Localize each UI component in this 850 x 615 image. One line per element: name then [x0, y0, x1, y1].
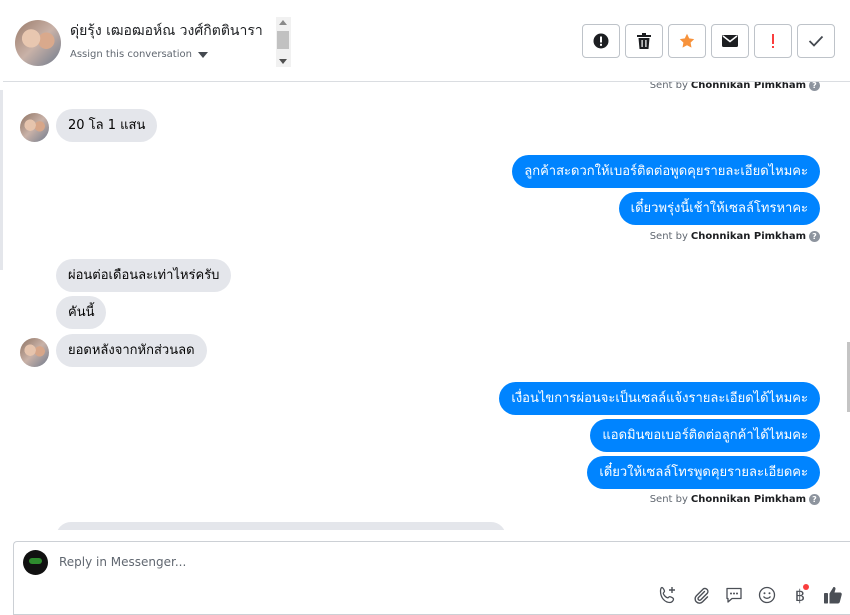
contact-name[interactable]: ดุ่ยรุ้ง เฒอฒอห์ณ วงศ์กิตตินารา [70, 20, 276, 42]
sender-name: Chonnikan Pimkham [690, 231, 806, 242]
message-incoming[interactable]: ผ่อนต่อเดือนละเท่าไหร่ครับ [56, 259, 232, 292]
message-thread[interactable]: Sent by Chonnikan Pimkham ? 20 โล 1 แสน … [3, 82, 847, 530]
exclamation-icon [772, 34, 774, 48]
reply-input[interactable] [59, 555, 559, 569]
mark-spam-button[interactable] [582, 24, 620, 58]
mark-done-button[interactable] [797, 24, 835, 58]
saved-reply-icon [726, 587, 742, 603]
outgoing-bubble[interactable]: เดี๋ยวพรุ่งนี้เช้าให้เซลล์โทรหาคะ [618, 192, 820, 225]
message-outgoing[interactable]: แอดมินขอเบอร์ติดต่อลูกค้าได้ไหมคะ [590, 419, 820, 452]
delete-button[interactable] [625, 24, 663, 58]
sent-by-label: Sent by Chonnikan Pimkham ? [650, 494, 820, 505]
outgoing-bubble[interactable]: เงื่อนไขการผ่อนจะเป็นเซลล์แจ้งรายละเอียด… [499, 382, 820, 415]
check-icon [808, 35, 824, 47]
conversation-header: ดุ่ยรุ้ง เฒอฒอห์ณ วงศ์กิตตินารา Assign t… [3, 0, 850, 82]
contact-avatar-small [20, 338, 49, 367]
envelope-icon [722, 35, 738, 47]
thumbs-up-icon [824, 586, 842, 604]
assign-conversation-dropdown[interactable]: Assign this conversation [70, 49, 208, 60]
emoji-icon [758, 586, 776, 604]
help-icon[interactable]: ? [809, 494, 820, 505]
message-incoming[interactable]: ยอดหลังจากหักส่วนลด [56, 334, 207, 367]
sent-by-label: Sent by Chonnikan Pimkham ? [650, 231, 820, 242]
scroll-up-arrow-icon[interactable] [279, 20, 287, 25]
header-toolbar [582, 24, 835, 58]
emoji-button[interactable] [756, 584, 778, 606]
payment-button[interactable]: ฿ [789, 584, 811, 606]
message-outgoing[interactable]: เดี๋ยวให้เซลล์โทรพูดคุยรายละเอียดคะ [587, 456, 820, 489]
saved-reply-button[interactable] [723, 584, 745, 606]
star-icon [679, 33, 695, 48]
assign-label: Assign this conversation [70, 49, 192, 60]
contact-avatar-small [20, 113, 49, 142]
attach-icon [694, 587, 709, 604]
sender-name: Chonnikan Pimkham [690, 82, 806, 91]
incoming-bubble[interactable]: ยอดหลังจากหักส่วนลด [56, 334, 207, 367]
message-outgoing[interactable]: เดี๋ยวพรุ่งนี้เช้าให้เซลล์โทรหาคะ [618, 192, 820, 225]
sender-name: Chonnikan Pimkham [690, 494, 806, 505]
mark-unread-button[interactable] [711, 24, 749, 58]
outgoing-bubble[interactable]: แอดมินขอเบอร์ติดต่อลูกค้าได้ไหมคะ [590, 419, 820, 452]
name-scrollbar[interactable] [276, 17, 291, 67]
incoming-bubble-partial[interactable] [56, 522, 506, 530]
help-icon[interactable]: ? [809, 82, 820, 91]
add-call-button[interactable] [657, 584, 679, 606]
like-button[interactable] [822, 584, 844, 606]
help-icon[interactable]: ? [809, 231, 820, 242]
flag-important-button[interactable] [754, 24, 792, 58]
scroll-down-arrow-icon[interactable] [279, 59, 287, 64]
message-incoming[interactable]: 20 โล 1 แสน [56, 109, 158, 142]
incoming-bubble[interactable]: คันนี้ [56, 296, 107, 329]
outgoing-bubble[interactable]: เดี๋ยวให้เซลล์โทรพูดคุยรายละเอียดคะ [587, 456, 820, 489]
caret-down-icon [197, 51, 208, 58]
attach-button[interactable] [690, 584, 712, 606]
message-outgoing[interactable]: เงื่อนไขการผ่อนจะเป็นเซลล์แจ้งรายละเอียด… [499, 382, 820, 415]
page-avatar [23, 550, 48, 575]
notification-dot [803, 584, 809, 590]
incoming-bubble[interactable]: 20 โล 1 แสน [56, 109, 158, 142]
message-incoming[interactable]: คันนี้ [56, 296, 107, 329]
scroll-thumb[interactable] [277, 31, 289, 49]
add-call-icon [659, 586, 675, 604]
star-button[interactable] [668, 24, 706, 58]
reply-toolbar: ฿ [657, 584, 844, 606]
incoming-bubble[interactable]: ผ่อนต่อเดือนละเท่าไหร่ครับ [56, 259, 232, 292]
message-outgoing[interactable]: ลูกค้าสะดวกให้เบอร์ติดต่อพูดคุยรายละเอีย… [512, 155, 820, 188]
trash-icon [637, 33, 651, 49]
info-circle-icon [593, 33, 609, 49]
reply-composer: ฿ [13, 541, 850, 615]
contact-avatar[interactable] [15, 20, 61, 66]
sent-by-label: Sent by Chonnikan Pimkham ? [650, 82, 820, 91]
outgoing-bubble[interactable]: ลูกค้าสะดวกให้เบอร์ติดต่อพูดคุยรายละเอีย… [512, 155, 820, 188]
